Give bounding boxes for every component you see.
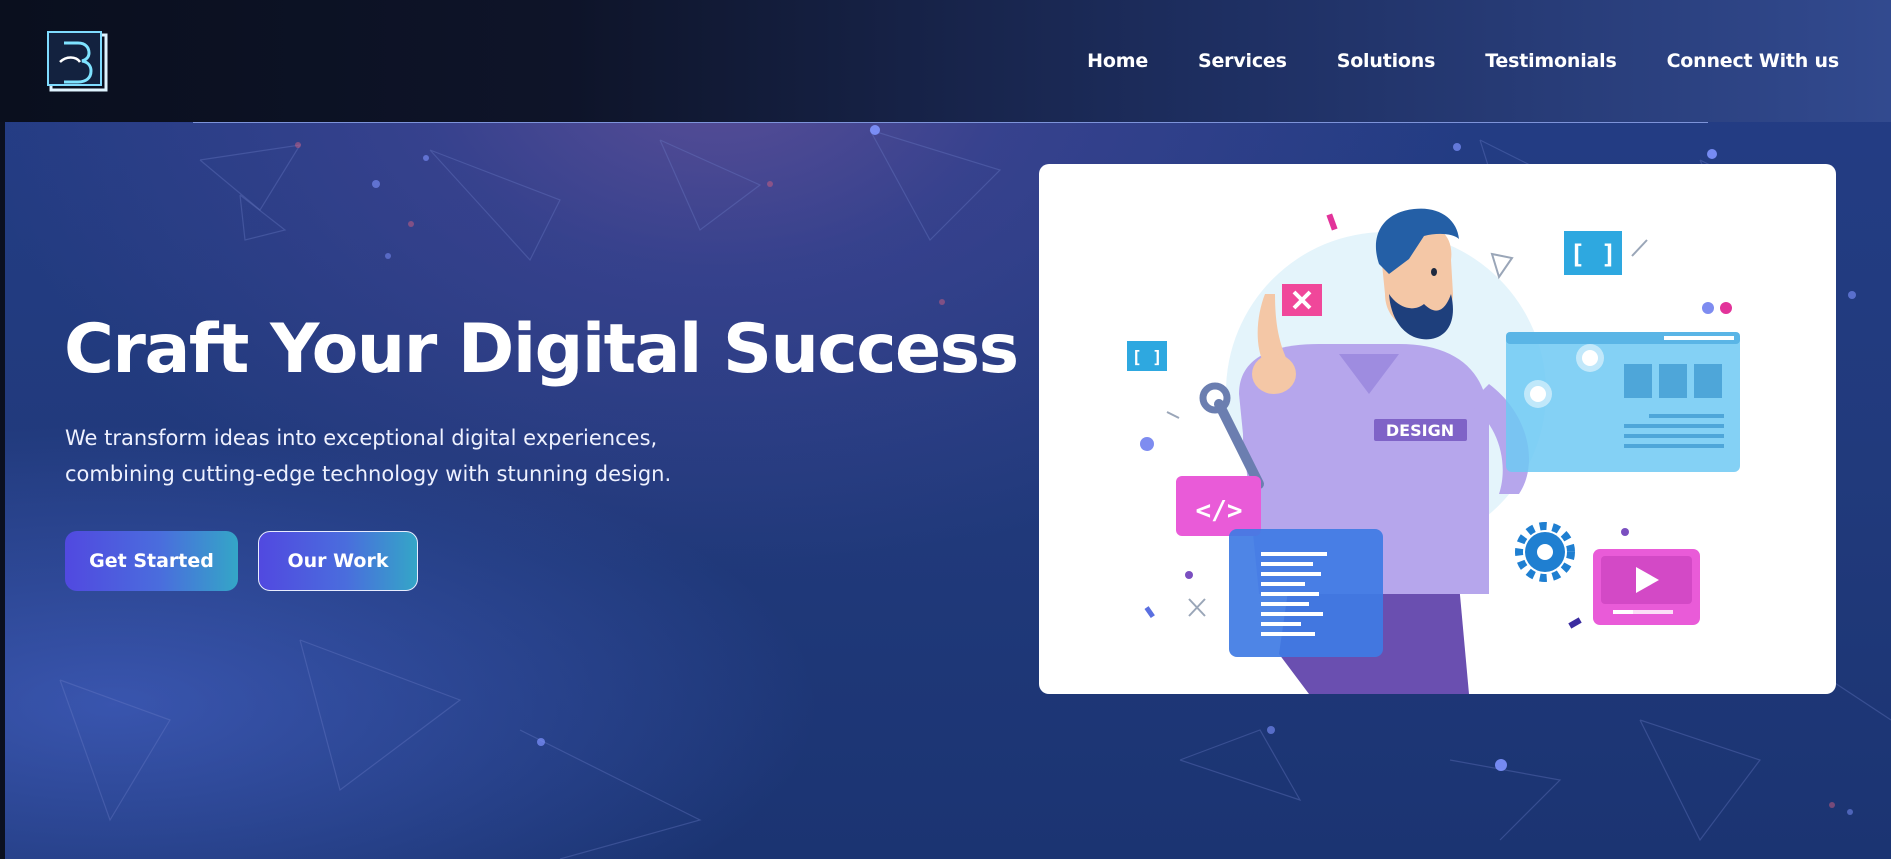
brand-logo[interactable] — [46, 30, 108, 92]
gear-icon — [1515, 522, 1575, 582]
hero-illustration-card: [ ] [ ] DESIGN </> — [1039, 164, 1836, 694]
hero-title: Craft Your Digital Success — [64, 310, 1019, 389]
svg-text:[ ]: [ ] — [1570, 240, 1617, 270]
main-nav: Home Services Solutions Testimonials Con… — [1087, 50, 1839, 72]
nav-home[interactable]: Home — [1087, 50, 1148, 72]
our-work-button[interactable]: Our Work — [258, 531, 418, 591]
svg-text:</>: </> — [1196, 496, 1243, 526]
nav-solutions[interactable]: Solutions — [1337, 50, 1436, 72]
nav-testimonials[interactable]: Testimonials — [1485, 50, 1617, 72]
nav-connect[interactable]: Connect With us — [1667, 50, 1840, 72]
document-panel — [1229, 529, 1383, 657]
nav-services[interactable]: Services — [1198, 50, 1287, 72]
header-divider — [193, 122, 1708, 123]
bracket-icon-small: [ ] — [1127, 341, 1167, 371]
code-icon: </> — [1176, 476, 1261, 536]
browser-window-panel — [1506, 332, 1740, 472]
get-started-button[interactable]: Get Started — [65, 531, 238, 591]
hero-subtitle: We transform ideas into exceptional digi… — [65, 426, 672, 486]
svg-text:[ ]: [ ] — [1132, 348, 1163, 368]
designer-illustration: [ ] [ ] DESIGN </> — [1127, 208, 1740, 694]
shirt-text: DESIGN — [1386, 421, 1454, 440]
bracket-icon-large: [ ] — [1564, 231, 1622, 275]
close-badge-icon — [1282, 284, 1322, 316]
site-header: Home Services Solutions Testimonials Con… — [0, 0, 1891, 122]
video-play-icon — [1593, 549, 1700, 625]
